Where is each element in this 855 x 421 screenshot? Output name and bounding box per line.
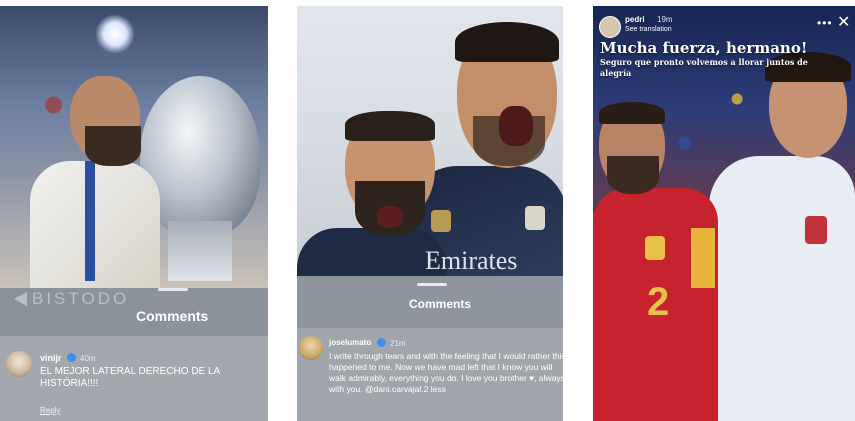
player-figure [30, 76, 160, 291]
sponsor-text: Emirates [425, 246, 518, 275]
player-shirt [30, 161, 160, 291]
player-mouth-left [377, 206, 403, 228]
comments-title: Comments [409, 297, 472, 311]
sheet-drag-handle[interactable] [158, 288, 188, 291]
sponsor-logo-icon [431, 210, 451, 232]
sheet-drag-handle[interactable] [417, 283, 447, 286]
story-panel-3: 2 pedri 19m See translation ••• ✕ Mucha … [593, 6, 855, 421]
more-options-icon[interactable]: ••• [817, 16, 833, 30]
story-headline: Mucha fuerza, hermano! [600, 39, 808, 57]
medal-lanyard [85, 161, 95, 281]
player-beard-left [607, 156, 659, 194]
comment-text: EL MEJOR LATERAL DERECHO DE LA HISTÓRIA!… [40, 366, 220, 389]
story-username[interactable]: pedri [625, 15, 645, 24]
comment-username[interactable]: vinijr [40, 353, 62, 363]
club-crest-icon [525, 206, 545, 230]
jersey-number: 2 [647, 280, 670, 324]
verified-badge-icon [377, 338, 386, 347]
see-translation-link[interactable]: See translation [625, 26, 672, 33]
player-hair-right [455, 22, 559, 62]
trophy-photo [0, 6, 268, 291]
avatar[interactable] [599, 16, 621, 38]
reply-button[interactable]: Reply [40, 406, 60, 415]
watermark-text: BISTODO [32, 289, 130, 308]
story-time: 19m [657, 15, 673, 24]
player-shirt-left: 2 [593, 188, 718, 421]
stadium-light [95, 14, 135, 54]
captain-armband [691, 228, 715, 288]
trophy-base [168, 221, 232, 281]
comments-title: Comments [136, 308, 209, 324]
verified-badge-icon [67, 353, 76, 362]
story-header: pedri 19m See translation ••• ✕ [599, 10, 850, 40]
comment-time: 40m [80, 354, 96, 363]
story-subtext: Seguro que pronto volvemos a llorar junt… [600, 57, 808, 78]
player-mouth-right [499, 106, 533, 146]
comment-username[interactable]: joselumato [329, 338, 371, 347]
celebration-photo: Emirates [297, 6, 563, 288]
team-crest-icon [645, 236, 665, 260]
send-icon [14, 292, 27, 306]
close-icon[interactable]: ✕ [837, 12, 850, 32]
avatar[interactable] [6, 351, 32, 377]
player-beard [85, 126, 141, 166]
player-hair-left [345, 111, 435, 141]
comment-time: 21m [390, 339, 406, 348]
story-panel-1: BISTODO Comments vinijr 40m EL MEJOR LAT… [0, 6, 268, 421]
story-panel-2: Emirates Comments joselumato 21m I write… [297, 6, 563, 421]
player-shirt-right [709, 156, 855, 421]
comment-text: I write through tears and with the feeli… [329, 351, 563, 394]
avatar[interactable] [299, 336, 323, 360]
team-crest-icon [805, 216, 827, 244]
player-hair-left [599, 102, 665, 124]
